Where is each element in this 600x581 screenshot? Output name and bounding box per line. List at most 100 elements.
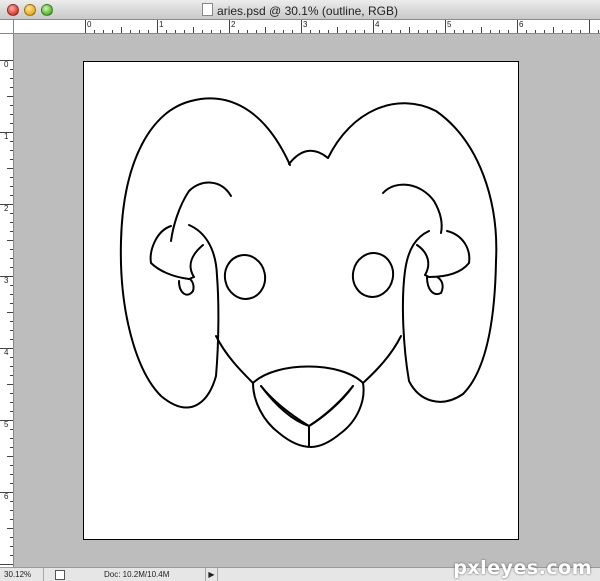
ruler-tick xyxy=(301,20,302,33)
ruler-tick xyxy=(328,30,329,33)
ruler-tick xyxy=(229,20,230,33)
ruler-left-label: 0 xyxy=(4,60,9,69)
ruler-tick xyxy=(10,519,13,520)
ruler-tick xyxy=(10,402,13,403)
ruler-tick xyxy=(0,132,13,133)
ruler-tick xyxy=(10,357,13,358)
ruler-tick xyxy=(10,69,13,70)
ruler-tick xyxy=(535,30,536,33)
ruler-tick xyxy=(10,465,13,466)
ruler-tick xyxy=(544,30,545,33)
document-icon xyxy=(202,3,214,16)
ruler-tick xyxy=(553,27,554,33)
ruler-tick xyxy=(391,30,392,33)
ruler-tick xyxy=(292,30,293,33)
ruler-tick xyxy=(103,30,104,33)
ruler-tick xyxy=(10,330,13,331)
status-menu-arrow-icon[interactable]: ▶ xyxy=(205,568,218,581)
ruler-tick xyxy=(598,30,599,33)
ruler-tick xyxy=(10,339,13,340)
ruler-tick xyxy=(454,30,455,33)
ruler-tick xyxy=(10,141,13,142)
ruler-tick xyxy=(7,240,13,241)
ruler-tick xyxy=(382,30,383,33)
ruler-tick xyxy=(526,30,527,33)
ruler-tick xyxy=(10,303,13,304)
ruler-tick xyxy=(7,96,13,97)
right-brow xyxy=(382,183,443,234)
ruler-tick xyxy=(10,105,13,106)
ruler-tick xyxy=(10,114,13,115)
ruler-tick xyxy=(508,30,509,33)
ruler-tick xyxy=(10,222,13,223)
ruler-tick xyxy=(490,30,491,33)
ruler-tick xyxy=(0,420,13,421)
document-size-info[interactable]: Doc: 10.2M/10.4M xyxy=(104,568,169,581)
ruler-tick xyxy=(10,123,13,124)
ruler-tick xyxy=(10,195,13,196)
ruler-tick xyxy=(10,267,13,268)
ruler-tick xyxy=(10,231,13,232)
ruler-tick xyxy=(436,30,437,33)
ruler-tick xyxy=(10,375,13,376)
ruler-tick xyxy=(10,285,13,286)
ruler-tick xyxy=(499,30,500,33)
document-status-icon[interactable] xyxy=(55,570,65,580)
ruler-tick xyxy=(517,20,518,33)
ruler-tick xyxy=(220,30,221,33)
right-ear-curl xyxy=(416,230,471,278)
ruler-left-label: 2 xyxy=(4,204,9,213)
left-ear-curl xyxy=(149,225,204,280)
title-bar: aries.psd @ 30.1% (outline, RGB) xyxy=(0,0,600,20)
ruler-tick xyxy=(346,30,347,33)
ruler-tick xyxy=(0,564,13,565)
nose-curve xyxy=(260,385,354,427)
ruler-top-label: 1 xyxy=(159,20,164,29)
ruler-tick xyxy=(148,30,149,33)
ruler-tick xyxy=(10,483,13,484)
right-eye xyxy=(351,252,395,298)
ruler-tick xyxy=(10,438,13,439)
ruler-origin[interactable] xyxy=(0,20,14,34)
ruler-tick xyxy=(10,555,13,556)
ruler-tick xyxy=(0,204,13,205)
ruler-tick xyxy=(7,528,13,529)
ruler-tick xyxy=(310,30,311,33)
ruler-tick xyxy=(0,276,13,277)
document-canvas[interactable] xyxy=(83,61,519,540)
ruler-tick xyxy=(10,501,13,502)
ruler-tick xyxy=(157,20,158,33)
ruler-tick xyxy=(112,30,113,33)
ruler-tick xyxy=(10,150,13,151)
ruler-tick xyxy=(274,30,275,33)
ruler-tick xyxy=(130,30,131,33)
ruler-tick xyxy=(355,30,356,33)
ruler-tick xyxy=(10,186,13,187)
nose-inner xyxy=(260,385,354,427)
horizontal-ruler[interactable]: 0 1 2 3 4 5 6 xyxy=(14,20,600,34)
ruler-tick xyxy=(184,30,185,33)
ruler-left-label: 3 xyxy=(4,276,9,285)
left-cheek-line xyxy=(215,335,254,384)
ruler-tick xyxy=(0,60,13,61)
ruler-tick xyxy=(418,30,419,33)
ruler-tick xyxy=(10,177,13,178)
ruler-tick xyxy=(481,27,482,33)
ruler-tick xyxy=(10,258,13,259)
vertical-ruler[interactable]: 0 1 2 3 4 5 6 xyxy=(0,34,14,567)
ruler-tick xyxy=(85,20,86,33)
ruler-tick xyxy=(427,30,428,33)
zoom-field[interactable]: 30.12% xyxy=(0,568,44,581)
ruler-top-label: 3 xyxy=(303,20,308,29)
ruler-top-label: 4 xyxy=(375,20,380,29)
ruler-tick xyxy=(139,30,140,33)
ruler-tick xyxy=(10,447,13,448)
ruler-tick xyxy=(193,27,194,33)
left-ear-lobe xyxy=(178,278,195,296)
ruler-left-label: 4 xyxy=(4,348,9,357)
watermark-text: pxleyes.com xyxy=(453,557,592,579)
ruler-tick xyxy=(265,27,266,33)
ruler-tick xyxy=(10,294,13,295)
ruler-tick xyxy=(10,249,13,250)
ruler-tick xyxy=(247,30,248,33)
